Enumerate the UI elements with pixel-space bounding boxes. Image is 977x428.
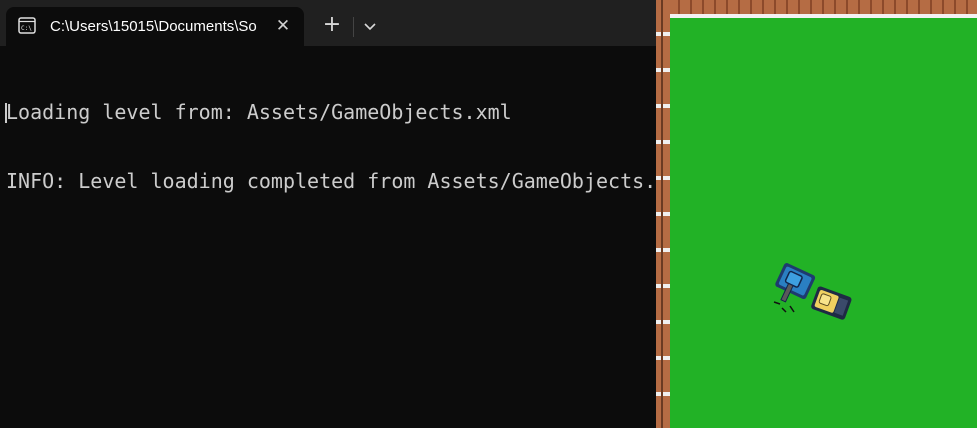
svg-text:C:\: C:\: [21, 25, 32, 32]
terminal-prompt-icon: C:\: [18, 17, 36, 34]
terminal-tab[interactable]: C:\ C:\Users\15015\Documents\So ✕: [6, 7, 304, 46]
text-cursor: [5, 103, 7, 123]
game-window: [656, 0, 977, 428]
enemy-tank: [811, 286, 852, 320]
console-output: Loading level from: Assets/GameObjects.x…: [6, 55, 656, 239]
tab-title: C:\Users\15015\Documents\So: [50, 18, 257, 35]
terminal-window: C:\ C:\Users\15015\Documents\So ✕ + Load…: [0, 0, 656, 428]
top-brick-wall: [656, 0, 977, 18]
left-brick-wall: [656, 0, 670, 428]
close-tab-button[interactable]: ✕: [272, 15, 294, 37]
terminal-tab-bar: C:\ C:\Users\15015\Documents\So ✕ +: [0, 0, 656, 46]
console-line: INFO: Level loading completed from Asset…: [6, 169, 656, 193]
tab-divider: [353, 17, 354, 37]
chevron-down-icon[interactable]: [358, 14, 382, 38]
console-line: Loading level from: Assets/GameObjects.x…: [6, 100, 512, 124]
new-tab-button[interactable]: +: [318, 12, 346, 40]
